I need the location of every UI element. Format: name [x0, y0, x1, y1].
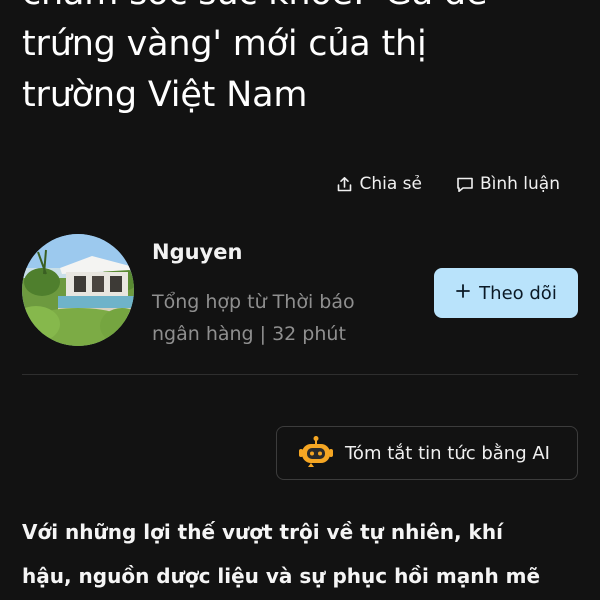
ai-summary-button[interactable]: Tóm tắt tin tức bằng AI	[276, 426, 578, 480]
author-source: Tổng hợp từ Thời báo	[152, 291, 355, 313]
author-time: ngân hàng | 32 phút	[152, 323, 346, 345]
share-icon	[336, 176, 353, 193]
share-button[interactable]: Chia sẻ	[336, 174, 422, 194]
article-title-line: trường Việt Nam	[22, 75, 308, 115]
follow-button[interactable]: Theo dõi	[434, 268, 578, 318]
follow-label: Theo dõi	[479, 282, 557, 304]
article-body-line: Với những lợi thế vượt trội về tự nhiên,…	[22, 520, 503, 544]
article-title: chăm sóc sức khỏe: 'Gà đẻ trứng vàng' mớ…	[22, 0, 582, 121]
article-title-line: trứng vàng' mới của thị	[22, 24, 427, 64]
article-body-line: hậu, nguồn dược liệu và sự phục hồi mạnh…	[22, 564, 541, 588]
author-block: Nguyen Tổng hợp từ Thời báo ngân hàng | …	[22, 234, 578, 346]
article-page: chăm sóc sức khỏe: 'Gà đẻ trứng vàng' mớ…	[0, 0, 600, 600]
article-body: Với những lợi thế vượt trội về tự nhiên,…	[22, 510, 592, 598]
ai-bot-icon	[299, 435, 333, 472]
divider	[22, 374, 578, 375]
comment-button[interactable]: Bình luận	[456, 174, 560, 194]
share-label: Chia sẻ	[359, 174, 422, 194]
avatar[interactable]	[22, 234, 134, 346]
author-meta: Tổng hợp từ Thời báo ngân hàng | 32 phút	[152, 286, 402, 350]
article-title-line: chăm sóc sức khỏe: 'Gà đẻ	[22, 0, 582, 19]
comment-icon	[456, 176, 474, 193]
article-actions: Chia sẻ Bình luận	[336, 174, 560, 194]
author-name[interactable]: Nguyen	[152, 240, 242, 264]
comment-label: Bình luận	[479, 174, 560, 194]
ai-summary-label: Tóm tắt tin tức bằng AI	[345, 442, 550, 464]
plus-icon	[455, 283, 471, 304]
